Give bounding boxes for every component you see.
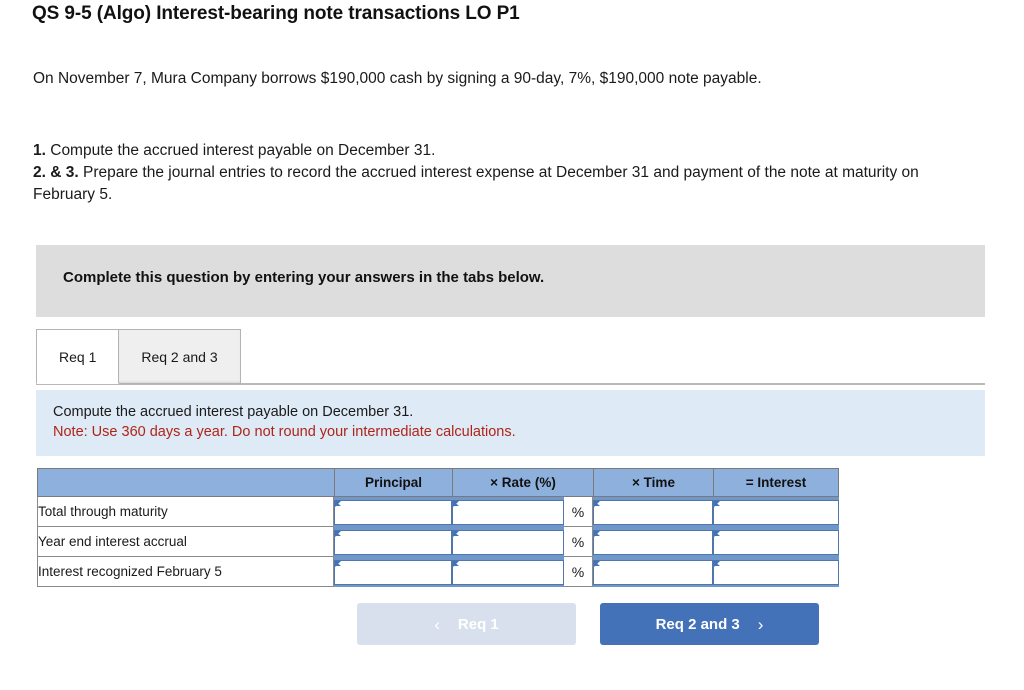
requirement-2-number: 2. & 3. [33, 164, 79, 181]
input-principal-row-3[interactable] [334, 559, 452, 585]
input-time-row-3[interactable] [593, 559, 713, 585]
requirement-tabs: Req 1 Req 2 and 3 [36, 329, 985, 386]
tab-req-1[interactable]: Req 1 [36, 329, 120, 384]
cell-interest-row-2 [713, 527, 839, 557]
instruction-text: Compute the accrued interest payable on … [53, 404, 414, 420]
header-interest: = Interest [713, 468, 839, 497]
complete-question-banner: Complete this question by entering your … [36, 245, 985, 317]
chevron-right-icon: › [757, 614, 764, 634]
chevron-left-icon: ‹ [434, 614, 440, 634]
input-time-row-1[interactable] [593, 499, 713, 525]
header-principal: Principal [334, 468, 452, 497]
scenario-text: On November 7, Mura Company borrows $190… [33, 70, 762, 87]
input-rate-row-2[interactable] [452, 529, 564, 555]
cell-rate-row-1 [452, 497, 564, 527]
cell-rate-row-3 [452, 557, 564, 587]
input-principal-row-2[interactable] [334, 529, 452, 555]
cell-principal-row-1 [334, 497, 452, 527]
requirement-1-number: 1. [33, 142, 46, 159]
cell-interest-row-1 [713, 497, 839, 527]
input-interest-row-3[interactable] [713, 559, 839, 585]
next-req-button-label: Req 2 and 3 [655, 615, 740, 633]
requirement-1: 1. Compute the accrued interest payable … [33, 140, 933, 162]
table-row: Interest recognized February 5 % [37, 557, 839, 587]
input-interest-row-2[interactable] [713, 529, 839, 555]
requirement-2-text: Prepare the journal entries to record th… [33, 164, 919, 203]
answer-table-header-row: Principal × Rate (%) × Time = Interest [37, 468, 839, 497]
table-row: Year end interest accrual % [37, 527, 839, 557]
instruction-panel: Compute the accrued interest payable on … [36, 390, 985, 456]
cell-interest-row-3 [713, 557, 839, 587]
answer-table-head: Principal × Rate (%) × Time = Interest [37, 468, 839, 497]
header-blank [37, 468, 334, 497]
requirement-1-text: Compute the accrued interest payable on … [45, 142, 436, 159]
percent-symbol-row-2: % [564, 527, 593, 557]
row-label-year-end-interest-accrual: Year end interest accrual [37, 527, 334, 557]
row-label-interest-recognized-february-5: Interest recognized February 5 [37, 557, 334, 587]
cell-principal-row-2 [334, 527, 452, 557]
requirements-list: 1. Compute the accrued interest payable … [33, 140, 933, 206]
problem-scenario: On November 7, Mura Company borrows $190… [33, 68, 933, 90]
table-row: Total through maturity % [37, 497, 839, 527]
instruction-note: Note: Use 360 days a year. Do not round … [53, 424, 516, 440]
requirement-2: 2. & 3. Prepare the journal entries to r… [33, 162, 933, 206]
pagination-controls: ‹ Req 1 Req 2 and 3 › [357, 603, 819, 645]
tab-req-1-label: Req 1 [59, 348, 97, 365]
row-label-total-through-maturity: Total through maturity [37, 497, 334, 527]
input-time-row-2[interactable] [593, 529, 713, 555]
tab-req-2-and-3-label: Req 2 and 3 [141, 348, 218, 365]
tab-req-2-and-3[interactable]: Req 2 and 3 [119, 329, 241, 384]
next-req-button[interactable]: Req 2 and 3 › [600, 603, 819, 645]
input-interest-row-1[interactable] [713, 499, 839, 525]
answer-table: Principal × Rate (%) × Time = Interest T… [37, 468, 839, 587]
cell-principal-row-3 [334, 557, 452, 587]
percent-symbol-row-1: % [564, 497, 593, 527]
cell-rate-row-2 [452, 527, 564, 557]
input-rate-row-1[interactable] [452, 499, 564, 525]
cell-time-row-3 [593, 557, 713, 587]
percent-symbol-row-3: % [564, 557, 593, 587]
cell-time-row-1 [593, 497, 713, 527]
answer-table-body: Total through maturity % Year end intere… [37, 497, 839, 587]
complete-question-text: Complete this question by entering your … [63, 269, 545, 286]
header-time: × Time [593, 468, 713, 497]
header-rate: × Rate (%) [452, 468, 593, 497]
cell-time-row-2 [593, 527, 713, 557]
page-title: QS 9-5 (Algo) Interest-bearing note tran… [32, 3, 520, 24]
tab-strip: Req 1 Req 2 and 3 [36, 329, 241, 384]
prev-req-button-label: Req 1 [457, 615, 499, 633]
input-principal-row-1[interactable] [334, 499, 452, 525]
input-rate-row-3[interactable] [452, 559, 564, 585]
prev-req-button[interactable]: ‹ Req 1 [357, 603, 576, 645]
